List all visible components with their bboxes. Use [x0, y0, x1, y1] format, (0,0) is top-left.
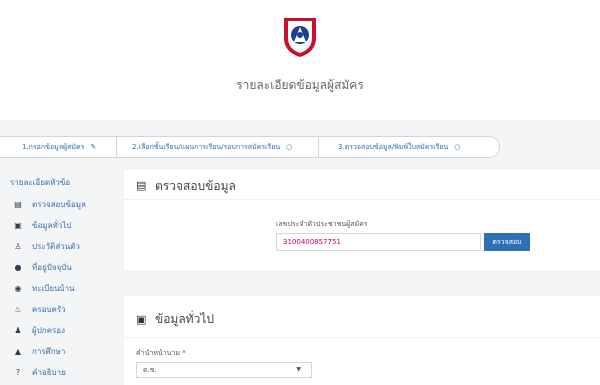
general-info-card: ▣ ข้อมูลทั่วไป คำนำหน้านาม * ด.ช. ▼: [124, 296, 600, 385]
sidebar-item-general[interactable]: ▣ ข้อมูลทั่วไป: [12, 217, 71, 233]
family-icon: ♨: [14, 304, 22, 314]
sidebar-item-house-registration[interactable]: ◉ ทะเบียนบ้าน: [12, 280, 75, 296]
circle-icon: ○: [454, 143, 461, 151]
step-3[interactable]: 3.ตรวจสอบข้อมูล/พิมพ์ใบสมัครเรียน ○: [326, 136, 460, 158]
sidebar-item-guardian[interactable]: ♟ ผู้ปกครอง: [12, 322, 65, 338]
map-marker-icon: ●: [14, 262, 22, 272]
user-icon: ♙: [14, 241, 22, 251]
sidebar-item-help[interactable]: ? คำอธิบาย: [12, 364, 66, 380]
step-1[interactable]: 1.กรอกข้อมูลผู้สมัคร ✎: [10, 136, 96, 158]
sidebar-item-label: ที่อยู่ปัจจุบัน: [32, 262, 72, 272]
guardian-icon: ♟: [14, 325, 22, 335]
sidebar-item-label: ครอบครัว: [32, 304, 66, 314]
application-stepper: 1.กรอกข้อมูลผู้สมัคร ✎ 2.เลือกชั้นเรียน/…: [0, 136, 600, 158]
verify-button[interactable]: ตรวจสอบ: [484, 233, 530, 251]
general-info-header: ▣ ข้อมูลทั่วไป: [124, 296, 600, 338]
sidebar-item-label: ทะเบียนบ้าน: [32, 283, 75, 293]
citizen-id-input[interactable]: 3100400857751: [276, 233, 481, 251]
info-box-icon: ▣: [136, 313, 147, 326]
step-2[interactable]: 2.เลือกชั้นเรียน/แผนการเรียน/รอบการสมัคร…: [120, 136, 292, 158]
sidebar-item-label: ประวัติส่วนตัว: [32, 241, 80, 251]
sidebar-item-label: ตรวจสอบข้อมูล: [32, 199, 86, 209]
sidebar-item-label: คำอธิบาย: [32, 367, 66, 377]
sidebar-title: รายละเอียดหัวข้อ: [10, 178, 71, 187]
verify-card-header: ▤ ตรวจสอบข้อมูล: [124, 170, 600, 200]
name-prefix-select[interactable]: ด.ช. ▼: [136, 362, 312, 378]
graduation-cap-icon: ▲: [14, 346, 22, 356]
page-title: รายละเอียดข้อมูลผู้สมัคร: [236, 78, 364, 92]
page-header: รายละเอียดข้อมูลผู้สมัคร: [0, 0, 600, 120]
general-info-title: ข้อมูลทั่วไป: [155, 312, 214, 326]
sidebar-item-label: ข้อมูลทั่วไป: [32, 220, 72, 230]
school-emblem-icon: [284, 18, 316, 57]
sidebar: รายละเอียดหัวข้อ ▤ ตรวจสอบข้อมูล ▣ ข้อมู…: [0, 170, 124, 385]
sidebar-item-family[interactable]: ♨ ครอบครัว: [12, 301, 66, 317]
id-card-icon: ▤: [136, 179, 147, 192]
sidebar-item-address[interactable]: ● ที่อยู่ปัจจุบัน: [12, 259, 72, 275]
verify-card: ▤ ตรวจสอบข้อมูล เลขประจำตัวประชาชนผู้สมั…: [124, 170, 600, 270]
pencil-icon: ✎: [90, 143, 97, 151]
step-3-label: 3.ตรวจสอบข้อมูล/พิมพ์ใบสมัครเรียน: [338, 142, 449, 151]
name-prefix-label: คำนำหน้านาม *: [136, 349, 186, 357]
circle-icon: ○: [286, 143, 293, 151]
step-1-label: 1.กรอกข้อมูลผู้สมัคร: [22, 142, 85, 151]
sidebar-item-education[interactable]: ▲ การศึกษา: [12, 343, 65, 359]
name-prefix-value: ด.ช.: [143, 366, 157, 374]
sidebar-item-verify[interactable]: ▤ ตรวจสอบข้อมูล: [12, 196, 86, 212]
id-card-icon: ▤: [14, 199, 22, 209]
sidebar-item-label: ผู้ปกครอง: [32, 325, 65, 335]
step-2-label: 2.เลือกชั้นเรียน/แผนการเรียน/รอบการสมัคร…: [132, 142, 281, 151]
info-box-icon: ▣: [14, 220, 22, 230]
chevron-down-icon: ▼: [296, 366, 301, 373]
sidebar-item-profile[interactable]: ♙ ประวัติส่วนตัว: [12, 238, 80, 254]
sidebar-item-label: การศึกษา: [32, 346, 66, 356]
verify-card-title: ตรวจสอบข้อมูล: [155, 179, 236, 193]
question-icon: ?: [15, 367, 21, 377]
globe-icon: ◉: [14, 283, 22, 293]
citizen-id-label: เลขประจำตัวประชาชนผู้สมัคร: [276, 220, 368, 228]
